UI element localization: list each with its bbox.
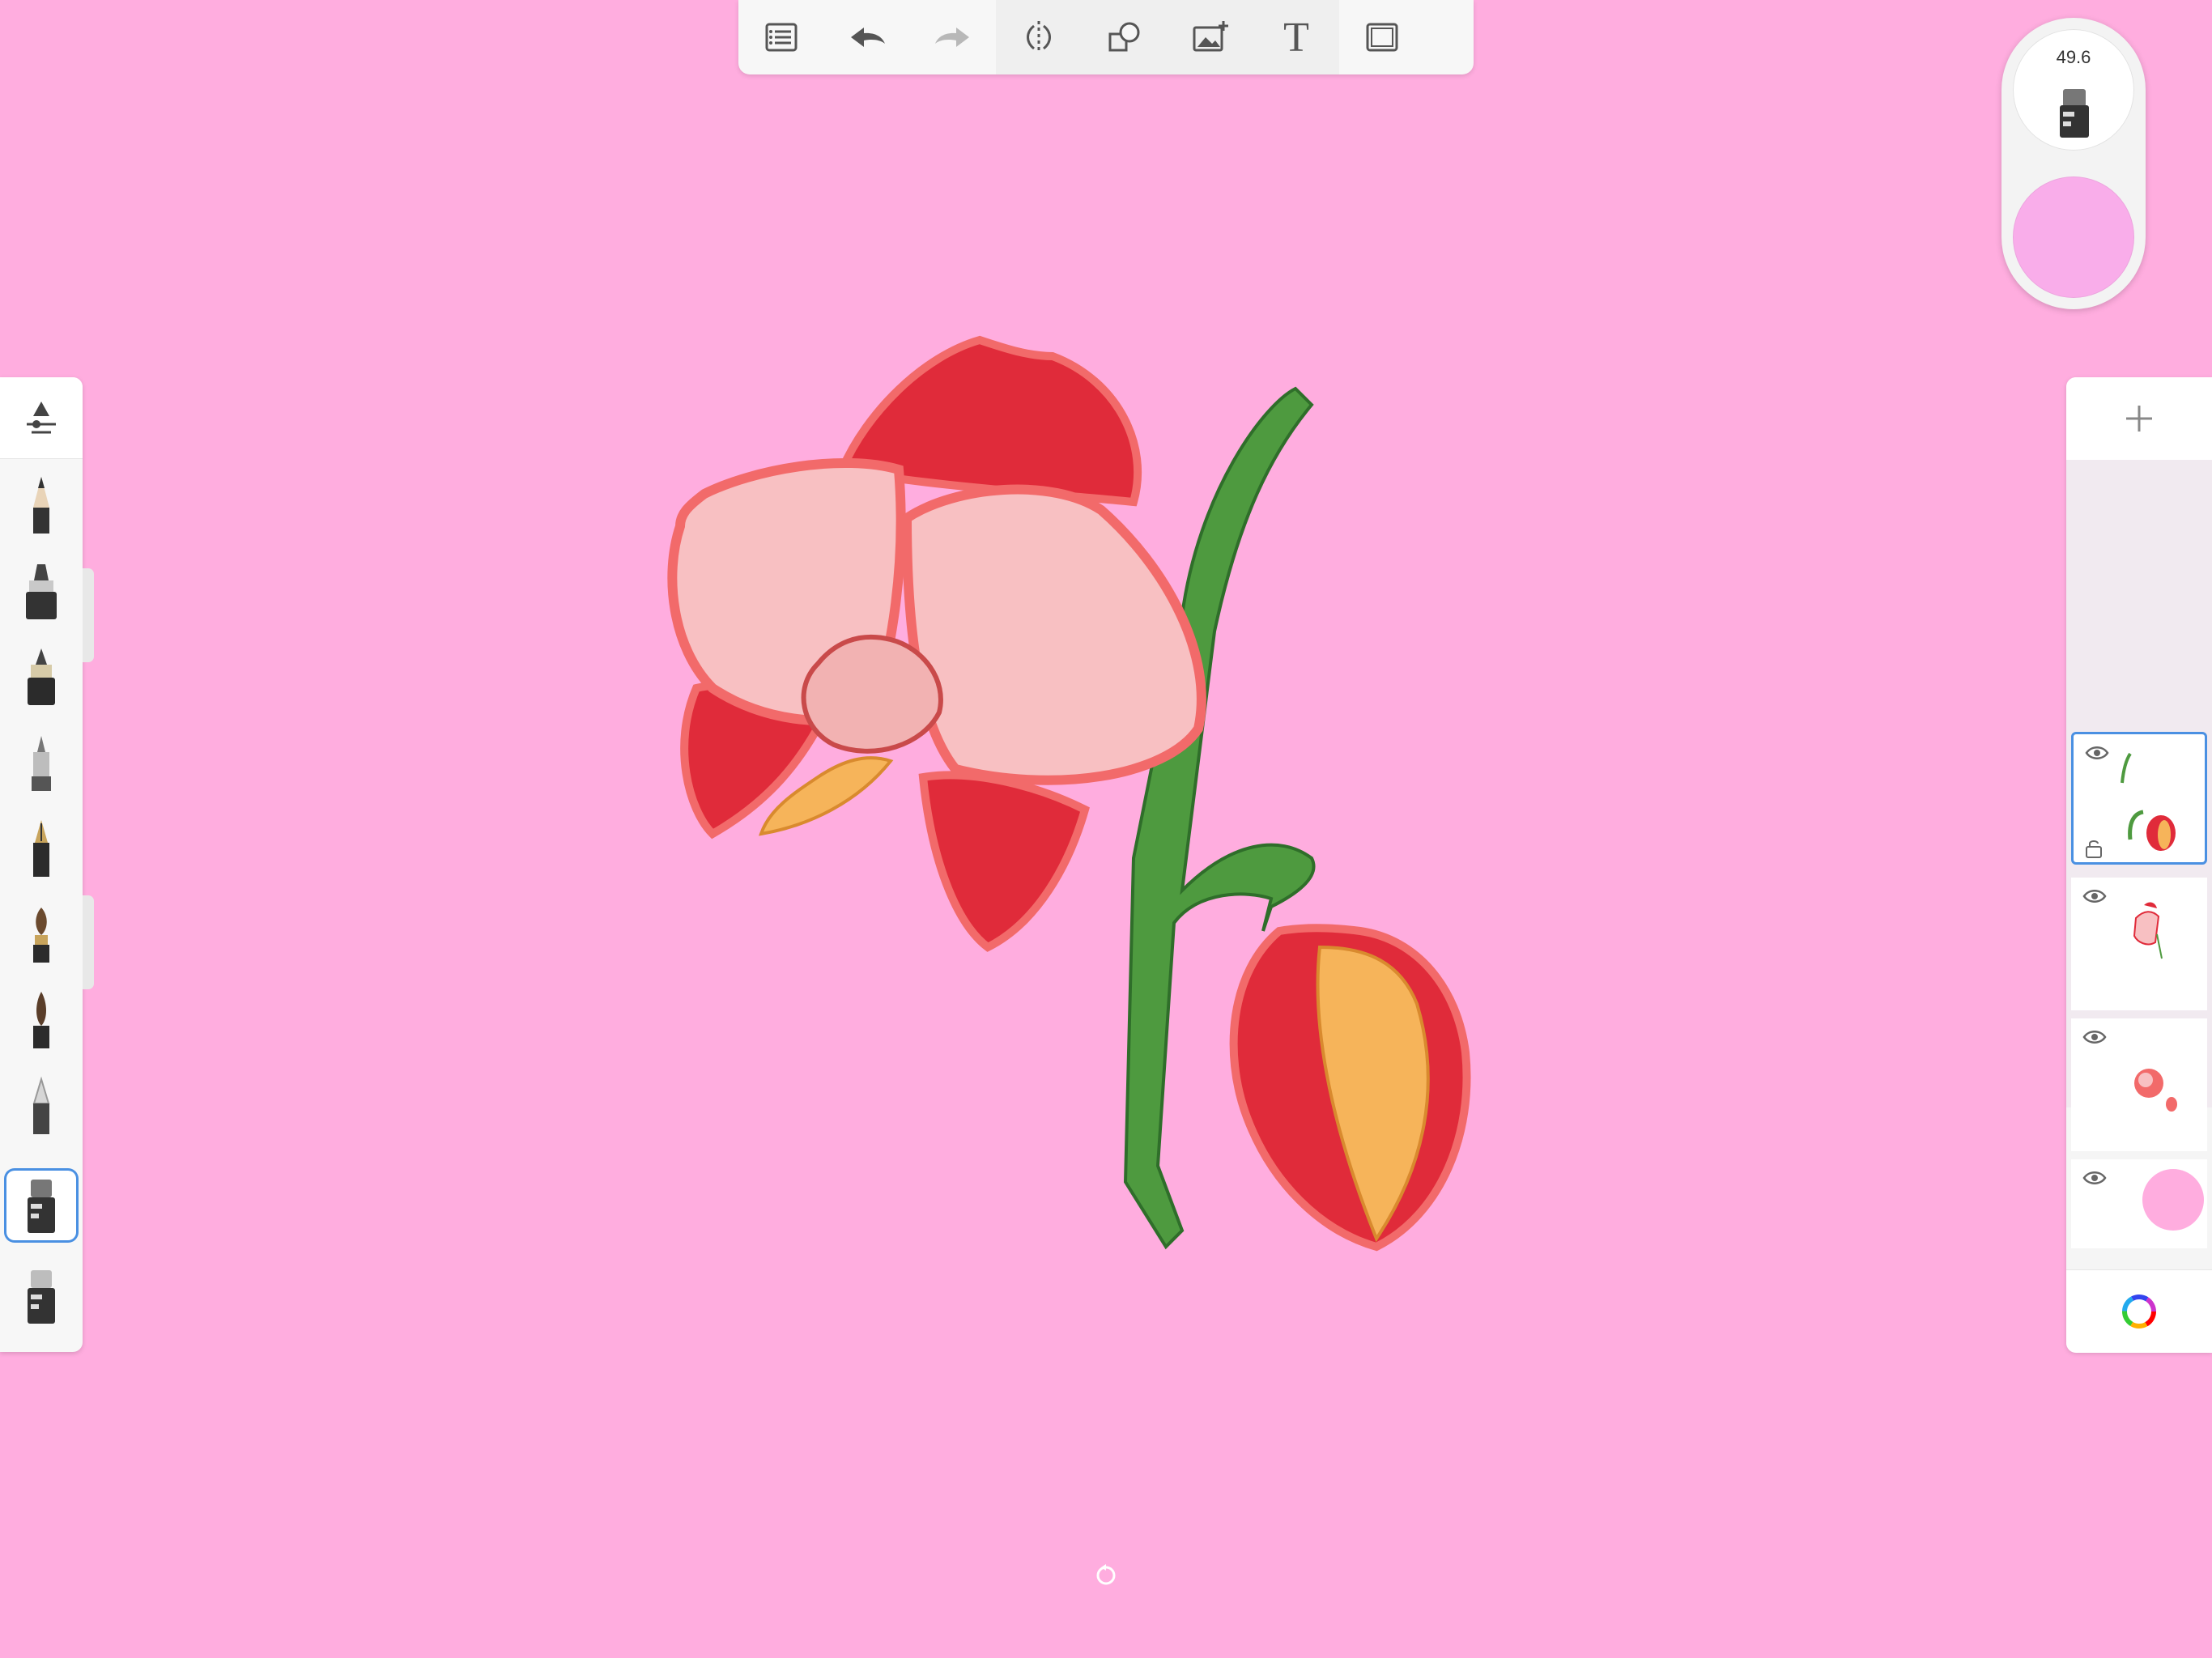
canvas-artwork[interactable] <box>599 308 1522 1271</box>
eye-icon[interactable] <box>2082 1169 2107 1187</box>
eraser-tool[interactable] <box>6 1171 76 1240</box>
marker-icon <box>26 564 57 619</box>
add-image-icon <box>1193 21 1228 52</box>
layers-panel <box>2066 377 2212 1353</box>
undo-icon <box>851 28 885 47</box>
redo-button[interactable] <box>910 0 996 74</box>
brush-opacity-slider-handle[interactable] <box>83 895 94 989</box>
right-sepal <box>918 771 1090 952</box>
airbrush-icon <box>32 736 51 791</box>
symmetry-icon <box>1027 21 1051 53</box>
color-puck[interactable] <box>2013 176 2134 298</box>
right-petal <box>901 484 1206 785</box>
brush-size-label: 49.6 <box>2056 47 2091 67</box>
text-button[interactable]: T <box>1253 0 1339 74</box>
layer-thumbnail <box>2133 902 2163 959</box>
paint-brush-icon <box>33 908 49 963</box>
fill-eraser-tool[interactable] <box>6 1261 76 1331</box>
pencil-tool[interactable] <box>6 471 76 541</box>
undo-button[interactable] <box>824 0 910 74</box>
fullscreen-button[interactable] <box>1339 0 1425 74</box>
symmetry-button[interactable] <box>996 0 1082 74</box>
eraser-icon <box>2060 89 2089 138</box>
background-color-swatch[interactable] <box>2141 1167 2206 1232</box>
paint-brush-tool[interactable] <box>6 900 76 970</box>
toolbar-group-history <box>738 0 996 74</box>
list-icon <box>765 23 798 52</box>
orchid-lip <box>801 634 943 754</box>
layer-bud-stem[interactable] <box>2071 732 2207 865</box>
fill-eraser-icon <box>28 1270 55 1324</box>
layer-thumbnail <box>2121 752 2176 851</box>
pencil-icon <box>33 477 49 534</box>
shapes-button[interactable] <box>1082 0 1168 74</box>
brush-properties-button[interactable] <box>0 377 83 459</box>
toolbar-group-tools: T <box>996 0 1339 74</box>
soft-brush-tool[interactable] <box>6 986 76 1056</box>
ink-pen-tool[interactable] <box>6 643 76 712</box>
color-editor-button[interactable] <box>2066 1269 2212 1353</box>
fountain-pen-icon <box>33 820 49 877</box>
layer-flower-color[interactable] <box>2071 1018 2207 1151</box>
layer-background[interactable] <box>2071 1159 2207 1248</box>
fullscreen-icon <box>1366 23 1398 52</box>
toolbar-group-view <box>1339 0 1425 74</box>
redo-icon <box>935 28 969 47</box>
add-layer-button[interactable] <box>2066 377 2212 461</box>
marker-tool[interactable] <box>6 557 76 627</box>
brush-panel <box>0 377 83 1352</box>
top-toolbar: T <box>738 0 1474 74</box>
layer-thumbnail <box>2134 1069 2177 1112</box>
ink-pen-icon <box>28 648 55 705</box>
color-wheel-icon <box>2122 1295 2156 1329</box>
smudge-tool[interactable] <box>6 1072 76 1141</box>
brush-properties-icon <box>27 402 56 434</box>
brush-size-slider-handle[interactable] <box>83 568 94 662</box>
canvas-reset-icon[interactable] <box>1093 1562 1119 1588</box>
text-icon: T <box>1283 14 1309 61</box>
shapes-icon <box>1108 22 1140 52</box>
airbrush-tool[interactable] <box>6 729 76 798</box>
brush-size-puck[interactable]: 49.6 <box>2013 29 2134 151</box>
lock-icon[interactable] <box>2085 838 2103 859</box>
gallery-button[interactable] <box>738 0 824 74</box>
soft-brush-icon <box>33 992 49 1048</box>
layer-flower-linework[interactable] <box>2071 878 2207 1010</box>
smudge-icon <box>32 1076 50 1134</box>
brush-puck[interactable]: 49.6 <box>2001 18 2146 309</box>
fountain-pen-tool[interactable] <box>6 814 76 884</box>
plus-icon <box>2126 406 2152 432</box>
add-image-button[interactable] <box>1168 0 1253 74</box>
eraser-icon <box>28 1180 55 1233</box>
